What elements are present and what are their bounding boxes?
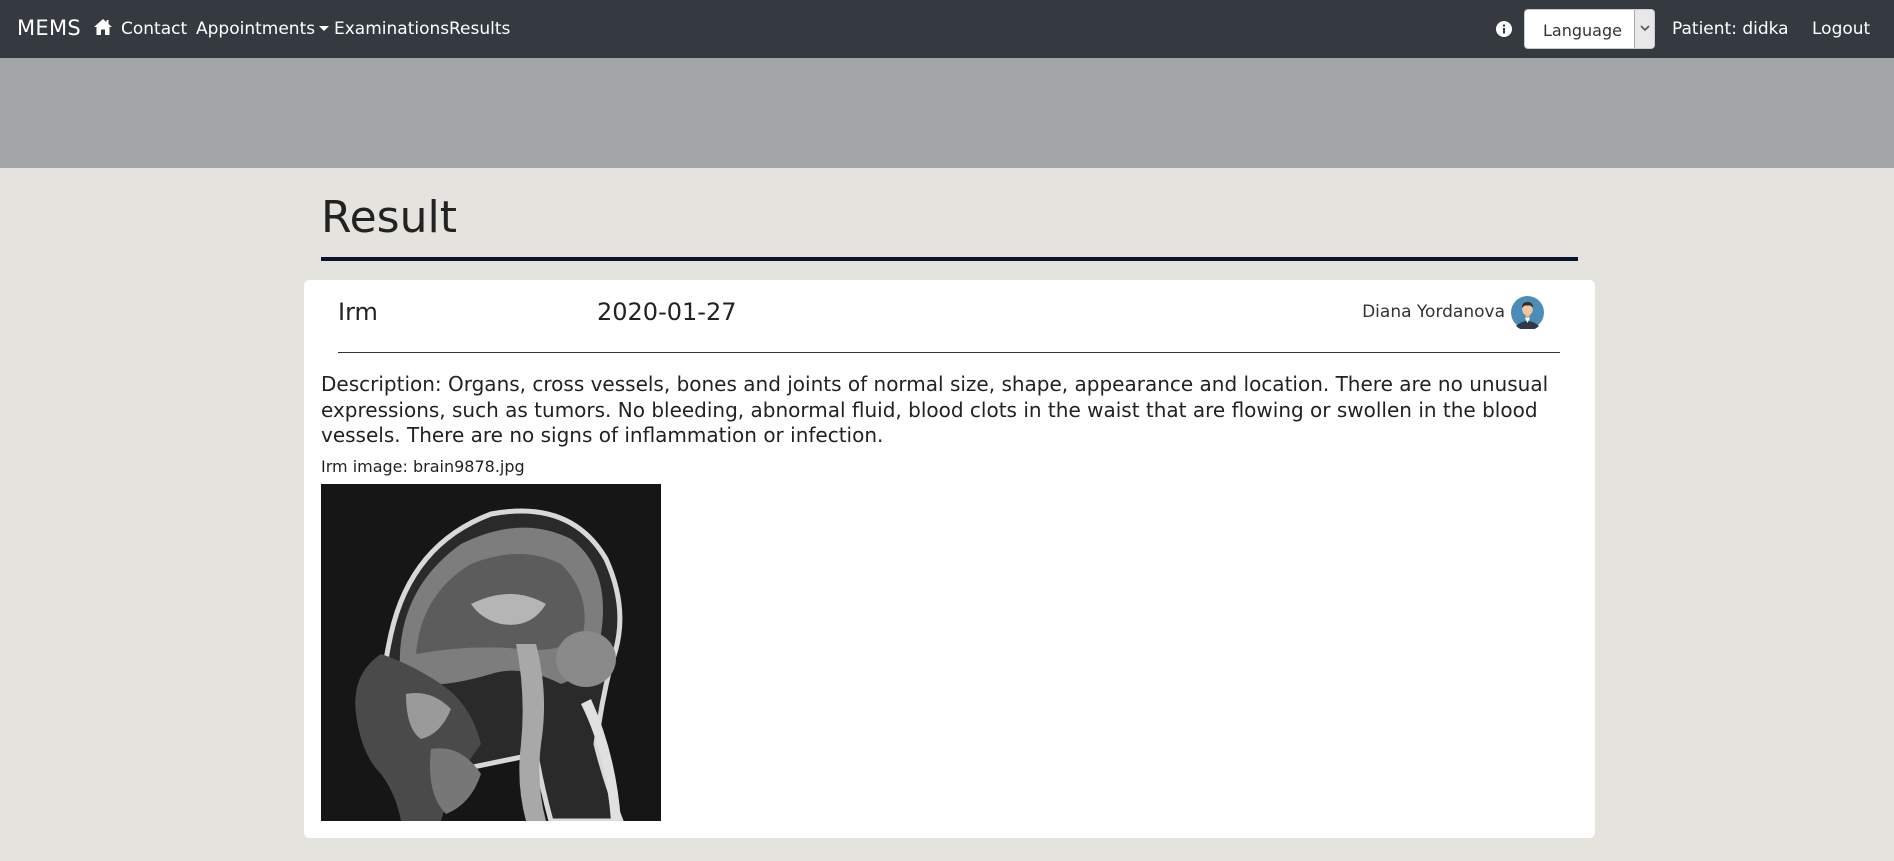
exam-date: 2020-01-27: [597, 298, 737, 326]
title-divider: [321, 257, 1578, 261]
caret-down-icon: [319, 26, 330, 31]
language-select-arrow[interactable]: [1634, 10, 1654, 48]
mri-scan-graphic: [321, 484, 661, 821]
language-select-value: Language: [1543, 21, 1622, 40]
logout-link[interactable]: Logout: [1812, 19, 1870, 39]
doctor-name: Diana Yordanova: [1362, 302, 1505, 322]
image-caption: Irm image: brain9878.jpg: [321, 457, 525, 476]
nav-examinations[interactable]: Examinations: [334, 19, 449, 39]
header-banner: [0, 58, 1894, 168]
nav-appointments-label: Appointments: [196, 19, 316, 39]
top-navbar: MEMS Contact Appointments Examinations R…: [0, 0, 1894, 58]
nav-contact[interactable]: Contact: [121, 19, 187, 39]
page-title: Result: [321, 192, 457, 243]
home-icon[interactable]: [93, 17, 113, 37]
nav-results[interactable]: Results: [449, 19, 510, 39]
language-select[interactable]: Language: [1524, 9, 1655, 49]
result-description: Description: Organs, cross vessels, bone…: [321, 372, 1549, 447]
mri-image[interactable]: [321, 484, 661, 821]
chevron-down-icon: [1640, 25, 1650, 32]
result-card: Irm 2020-01-27 Diana Yordanova Descripti…: [304, 280, 1595, 838]
exam-type: Irm: [338, 298, 378, 326]
patient-link[interactable]: Patient: didka: [1672, 19, 1789, 39]
nav-appointments-dropdown[interactable]: Appointments: [196, 19, 330, 39]
doctor-avatar-icon: [1511, 296, 1544, 329]
brand-logo[interactable]: MEMS: [17, 16, 81, 40]
info-icon[interactable]: [1496, 21, 1512, 37]
card-divider: [338, 352, 1560, 353]
